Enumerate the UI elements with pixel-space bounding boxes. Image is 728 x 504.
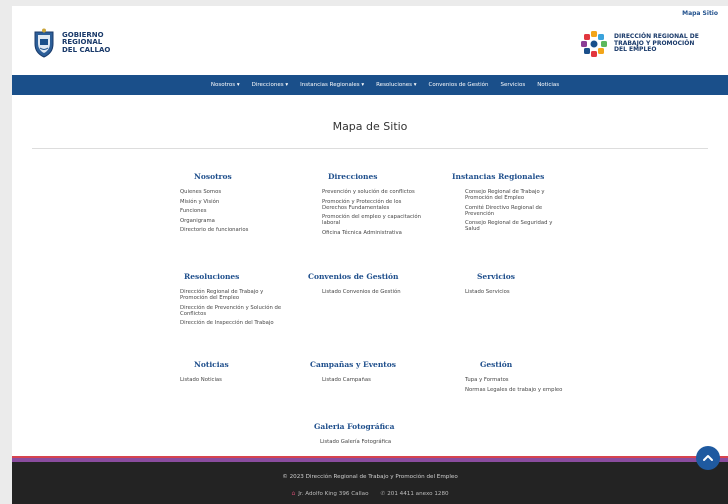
section-convenios: Convenios de Gestión Listado Convenios d… (308, 272, 424, 299)
section-title: Instancias Regionales (452, 172, 545, 181)
section-title: Servicios (477, 272, 515, 281)
link-promocion-empleo[interactable]: Promoción del empleo y capacitación labo… (322, 214, 422, 226)
nav-direcciones[interactable]: Direcciones ▾ (252, 82, 288, 88)
nav-convenios[interactable]: Convenios de Gestión (428, 82, 488, 88)
section-noticias: Noticias Listado Noticias (180, 360, 280, 387)
page: Mapa Sitio GOBIERNO REGIONAL DEL CALLAO (12, 6, 728, 504)
section-direcciones: Direcciones Prevención y solución de con… (322, 172, 422, 239)
link-directorio[interactable]: Directorio de funcionarios (180, 227, 280, 233)
drtpe-flower-icon (581, 31, 607, 57)
section-gestion: Gestión Tupa y Formatos Normas Legales d… (465, 360, 565, 396)
link-funciones[interactable]: Funciones (180, 208, 280, 214)
nav-servicios[interactable]: Servicios (500, 82, 525, 88)
link-res-direccion-regional[interactable]: Dirección Regional de Trabajo y Promoció… (180, 289, 284, 301)
footer-phone: 201 4411 anexo 1280 (387, 491, 449, 497)
section-title: Galeria Fotográfica (314, 422, 395, 431)
chevron-up-icon (703, 455, 713, 461)
section-title: Direcciones (328, 172, 378, 181)
footer-contact: ⌂ Jr. Adolfo King 396 Callao ✆ 201 4411 ane… (12, 490, 728, 497)
section-title: Nosotros (194, 172, 232, 181)
link-mision-vision[interactable]: Misión y Visión (180, 199, 280, 205)
drtpe-logo[interactable]: DIRECCIÓN REGIONAL DE TRABAJO Y PROMOCIÓ… (580, 30, 712, 58)
topbar: Mapa Sitio (12, 6, 728, 20)
scroll-to-top-button[interactable] (696, 446, 720, 470)
link-prevencion-conflictos[interactable]: Prevención y solución de conflictos (322, 189, 422, 195)
link-listado-noticias[interactable]: Listado Noticias (180, 377, 280, 383)
link-organigrama[interactable]: Organigrama (180, 218, 280, 224)
link-comite-directivo[interactable]: Comité Directivo Regional de Prevención (465, 205, 560, 217)
section-title: Gestión (480, 360, 513, 369)
link-res-inspeccion[interactable]: Dirección de Inspección del Trabajo (180, 320, 284, 326)
link-consejo-regional-trabajo[interactable]: Consejo Regional de Trabajo y Promoción … (465, 189, 560, 201)
crest-icon (34, 28, 54, 58)
section-galeria: Galeria Fotográfica Listado Galería Foto… (314, 422, 424, 449)
link-derechos-fundamentales[interactable]: Promoción y Protección de los Derechos F… (322, 199, 422, 211)
nav-resoluciones[interactable]: Resoluciones ▾ (376, 82, 416, 88)
page-title: Mapa de Sitio (332, 120, 408, 133)
section-title: Convenios de Gestión (308, 272, 399, 281)
nav-nosotros[interactable]: Nosotros ▾ (211, 82, 240, 88)
gobierno-regional-text: GOBIERNO REGIONAL DEL CALLAO (62, 30, 111, 54)
link-tupa-formatos[interactable]: Tupa y Formatos (465, 377, 565, 383)
footer-copyright: © 2023 Dirección Regional de Trabajo y P… (282, 474, 458, 480)
section-campanas: Campañas y Eventos Listado Campañas (310, 360, 426, 387)
link-listado-convenios[interactable]: Listado Convenios de Gestión (322, 289, 424, 295)
footer: © 2023 Dirección Regional de Trabajo y P… (12, 462, 728, 504)
section-title: Noticias (194, 360, 229, 369)
gobierno-regional-logo[interactable]: GOBIERNO REGIONAL DEL CALLAO (32, 28, 110, 58)
link-res-prevencion[interactable]: Dirección de Prevención y Solución de Co… (180, 305, 284, 317)
phone-icon: ✆ (380, 491, 386, 497)
nav-instancias-regionales[interactable]: Instancias Regionales ▾ (300, 82, 364, 88)
link-oficina-tecnica[interactable]: Oficina Técnica Administrativa (322, 230, 422, 236)
home-icon: ⌂ (291, 490, 296, 497)
link-listado-campanas[interactable]: Listado Campañas (322, 377, 426, 383)
divider (32, 148, 708, 149)
link-consejo-seguridad[interactable]: Consejo Regional de Seguridad y Salud (465, 220, 560, 232)
footer-address: Jr. Adolfo King 396 Callao (298, 491, 369, 497)
section-title: Campañas y Eventos (310, 360, 396, 369)
drtpe-text: DIRECCIÓN REGIONAL DE TRABAJO Y PROMOCIÓ… (614, 33, 699, 54)
main-nav: Nosotros ▾ Direcciones ▾ Instancias Regi… (12, 75, 728, 95)
section-servicios: Servicios Listado Servicios (465, 272, 565, 299)
section-nosotros: Nosotros Quienes Somos Misión y Visión F… (180, 172, 280, 237)
link-listado-galeria[interactable]: Listado Galería Fotográfica (320, 439, 424, 445)
link-normas-legales[interactable]: Normas Legales de trabajo y empleo (465, 387, 565, 393)
section-resoluciones: Resoluciones Dirección Regional de Traba… (180, 272, 284, 330)
sitemap-link[interactable]: Mapa Sitio (682, 10, 718, 17)
link-listado-servicios[interactable]: Listado Servicios (465, 289, 565, 295)
header: GOBIERNO REGIONAL DEL CALLAO DIRECCIÓN R… (12, 20, 728, 74)
nav-noticias[interactable]: Noticias (537, 82, 559, 88)
link-quienes-somos[interactable]: Quienes Somos (180, 189, 280, 195)
section-title: Resoluciones (184, 272, 240, 281)
section-instancias: Instancias Regionales Consejo Regional d… (452, 172, 560, 236)
